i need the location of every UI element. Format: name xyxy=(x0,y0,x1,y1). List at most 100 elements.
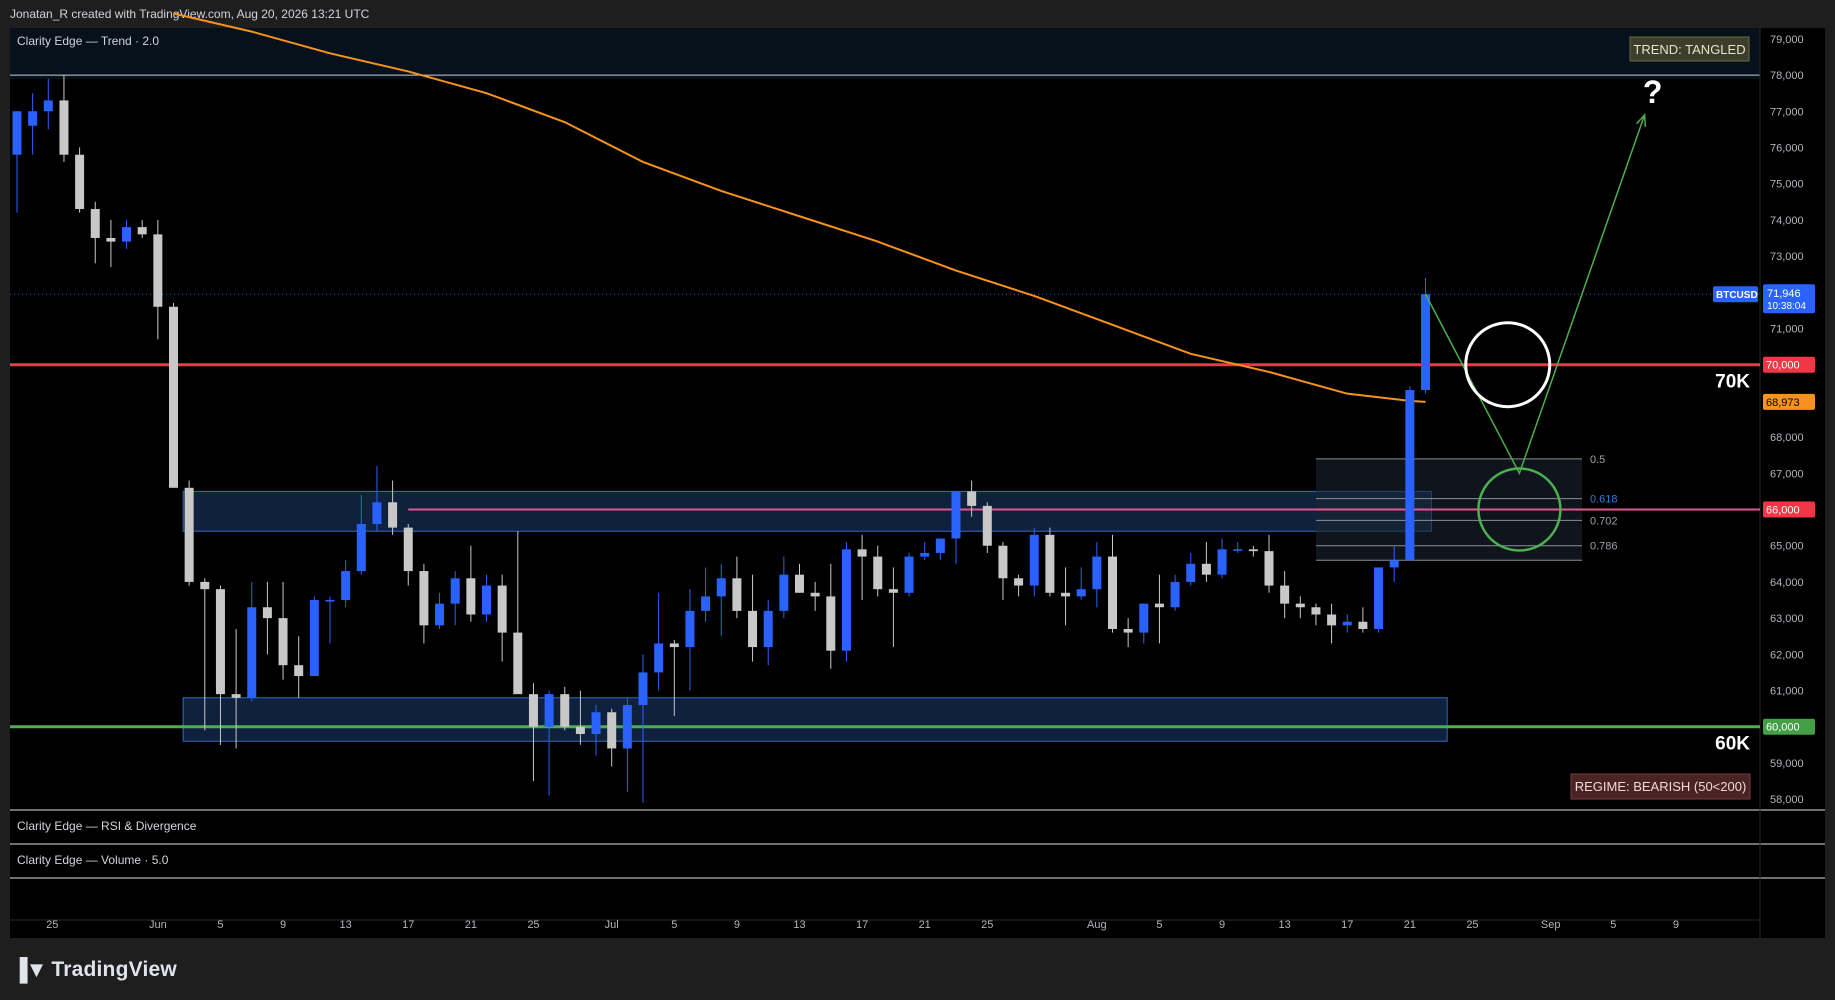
time-label: 5 xyxy=(217,919,223,931)
volume-pane[interactable] xyxy=(10,844,1760,878)
candle-body xyxy=(982,505,992,546)
candle-body xyxy=(841,549,851,651)
chart-root: Jonatan_R created with TradingView.com, … xyxy=(0,0,1835,1000)
time-label: 13 xyxy=(793,919,805,931)
candle-body xyxy=(528,694,538,727)
time-label: 13 xyxy=(340,919,352,931)
tradingview-logo-text: TradingView xyxy=(51,958,177,981)
time-label: Aug xyxy=(1087,919,1107,931)
candle-body xyxy=(810,592,820,597)
time-label: 25 xyxy=(1466,919,1478,931)
candle-body xyxy=(732,578,742,611)
price-tick: 65,000 xyxy=(1770,541,1804,553)
candle-body xyxy=(497,585,507,633)
price-tick: 58,000 xyxy=(1770,794,1804,806)
candle-body xyxy=(466,578,476,615)
candle-body xyxy=(169,306,178,488)
time-label: Jul xyxy=(605,919,619,931)
zone-0 xyxy=(182,490,1432,532)
candle-body xyxy=(106,237,116,242)
candle-body xyxy=(685,610,695,648)
candle-89 xyxy=(1405,386,1415,561)
candle-11 xyxy=(184,480,194,586)
price-tag-66000: 66,000 xyxy=(1763,501,1815,518)
level-60k-label: 60K xyxy=(1715,734,1750,755)
candle-body xyxy=(419,571,429,626)
time-label: 9 xyxy=(734,919,740,931)
candle-body xyxy=(309,600,319,677)
candle-57 xyxy=(904,552,914,597)
price-tag-66000-text: 66,000 xyxy=(1766,505,1800,517)
candle-body xyxy=(1389,560,1399,568)
candle-10 xyxy=(169,303,178,488)
price-tick: 74,000 xyxy=(1770,215,1804,227)
candle-body xyxy=(748,610,758,648)
candle-body xyxy=(1154,603,1164,608)
tradingview-logo[interactable]: ▐▼ TradingView xyxy=(12,955,177,985)
candle-body xyxy=(28,111,38,126)
candle-body xyxy=(826,596,836,651)
fib-label-0.618: 0.618 xyxy=(1590,494,1618,506)
candle-body xyxy=(1358,621,1368,629)
time-label: 9 xyxy=(1219,919,1225,931)
candle-body xyxy=(1264,551,1274,586)
candle-body xyxy=(763,610,773,648)
candle-body xyxy=(341,571,351,601)
candle-body xyxy=(43,100,53,112)
candle-body xyxy=(1295,603,1305,608)
candle-body xyxy=(1061,592,1071,597)
time-axis-pane[interactable] xyxy=(10,878,1760,938)
price-tick: 59,000 xyxy=(1770,758,1804,770)
time-label: Jun xyxy=(149,919,167,931)
time-label: 9 xyxy=(1673,919,1679,931)
main-pane[interactable] xyxy=(10,28,1760,810)
price-tick: 63,000 xyxy=(1770,613,1804,625)
candle-body xyxy=(1014,578,1024,586)
price-tag-70000: 70,000 xyxy=(1763,356,1815,373)
price-tag-ma-text: 68,973 xyxy=(1766,397,1800,409)
candle-body xyxy=(575,726,585,734)
candle-body xyxy=(857,549,867,557)
trend-badge-text: TREND: TANGLED xyxy=(1633,42,1745,57)
candle-body xyxy=(90,209,100,238)
candle-87 xyxy=(1374,567,1384,633)
candle-body xyxy=(450,578,460,604)
candle-body xyxy=(967,491,977,506)
candle-body xyxy=(873,556,883,590)
time-label: 13 xyxy=(1279,919,1291,931)
price-tick: 79,000 xyxy=(1770,34,1804,46)
time-label: 25 xyxy=(46,919,58,931)
candle-body xyxy=(607,712,617,749)
candle-body xyxy=(247,607,257,698)
candle-body xyxy=(403,527,413,572)
candle-body xyxy=(1108,556,1117,629)
candle-body xyxy=(779,574,789,611)
candle-body xyxy=(278,618,288,666)
chart-canvas[interactable]: 0.5 0.618 0.702 0.786 79,000 78,000 77,000 76,… xyxy=(0,0,1835,1000)
candle-body xyxy=(1139,603,1149,633)
candle-body xyxy=(1029,534,1039,586)
time-label: 25 xyxy=(527,919,539,931)
candle-body xyxy=(1186,563,1196,582)
regime-badge-text: REGIME: BEARISH (50<200) xyxy=(1575,779,1747,794)
price-tick: 78,000 xyxy=(1770,70,1804,82)
candle-body xyxy=(294,665,304,677)
price-tick: 61,000 xyxy=(1770,686,1804,698)
candle-body xyxy=(356,523,366,572)
candle-body xyxy=(935,538,945,553)
time-label: Sep xyxy=(1541,919,1561,931)
candle-body xyxy=(1405,390,1415,561)
candle-body xyxy=(75,154,85,210)
price-tag-ma: 68,973 xyxy=(1763,393,1815,410)
rsi-pane[interactable] xyxy=(10,810,1760,844)
candle-body xyxy=(951,491,961,539)
candle-body xyxy=(1342,621,1352,626)
candle-body xyxy=(231,694,241,698)
time-label: 5 xyxy=(671,919,677,931)
candle-body xyxy=(1421,294,1430,391)
candle-body xyxy=(560,694,570,727)
candle-body xyxy=(1248,549,1258,552)
candle-body xyxy=(1092,556,1102,590)
level-70k-label: 70K xyxy=(1715,372,1750,393)
candle-body xyxy=(888,589,898,593)
